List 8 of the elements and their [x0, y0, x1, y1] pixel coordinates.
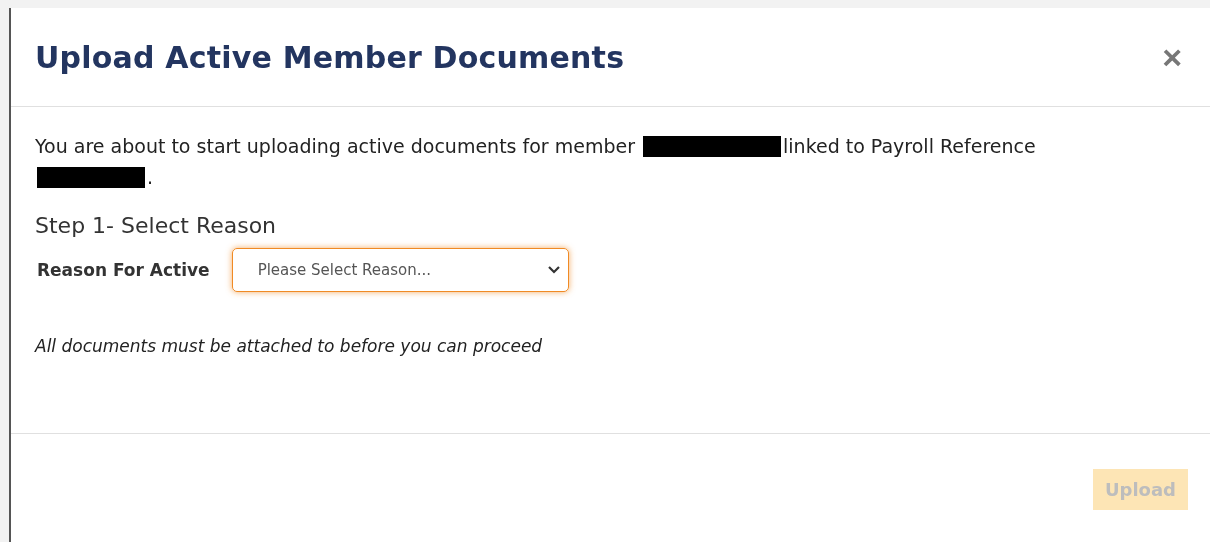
- chevron-icon: [547, 266, 560, 274]
- note-text: All documents must be attached to before you can proceed: [35, 336, 544, 356]
- dialog-title: Upload Active Member Documents: [35, 39, 625, 75]
- reason-select[interactable]: Please Select Reason...: [231, 248, 569, 292]
- step-title: Step 1- Select Reason: [35, 213, 278, 238]
- field-label: Reason For Active: [37, 260, 210, 280]
- close-button[interactable]: ×: [1158, 40, 1186, 74]
- intro-text: You are about to start uploading active documents for member linked to Payroll Reference .: [35, 134, 1037, 190]
